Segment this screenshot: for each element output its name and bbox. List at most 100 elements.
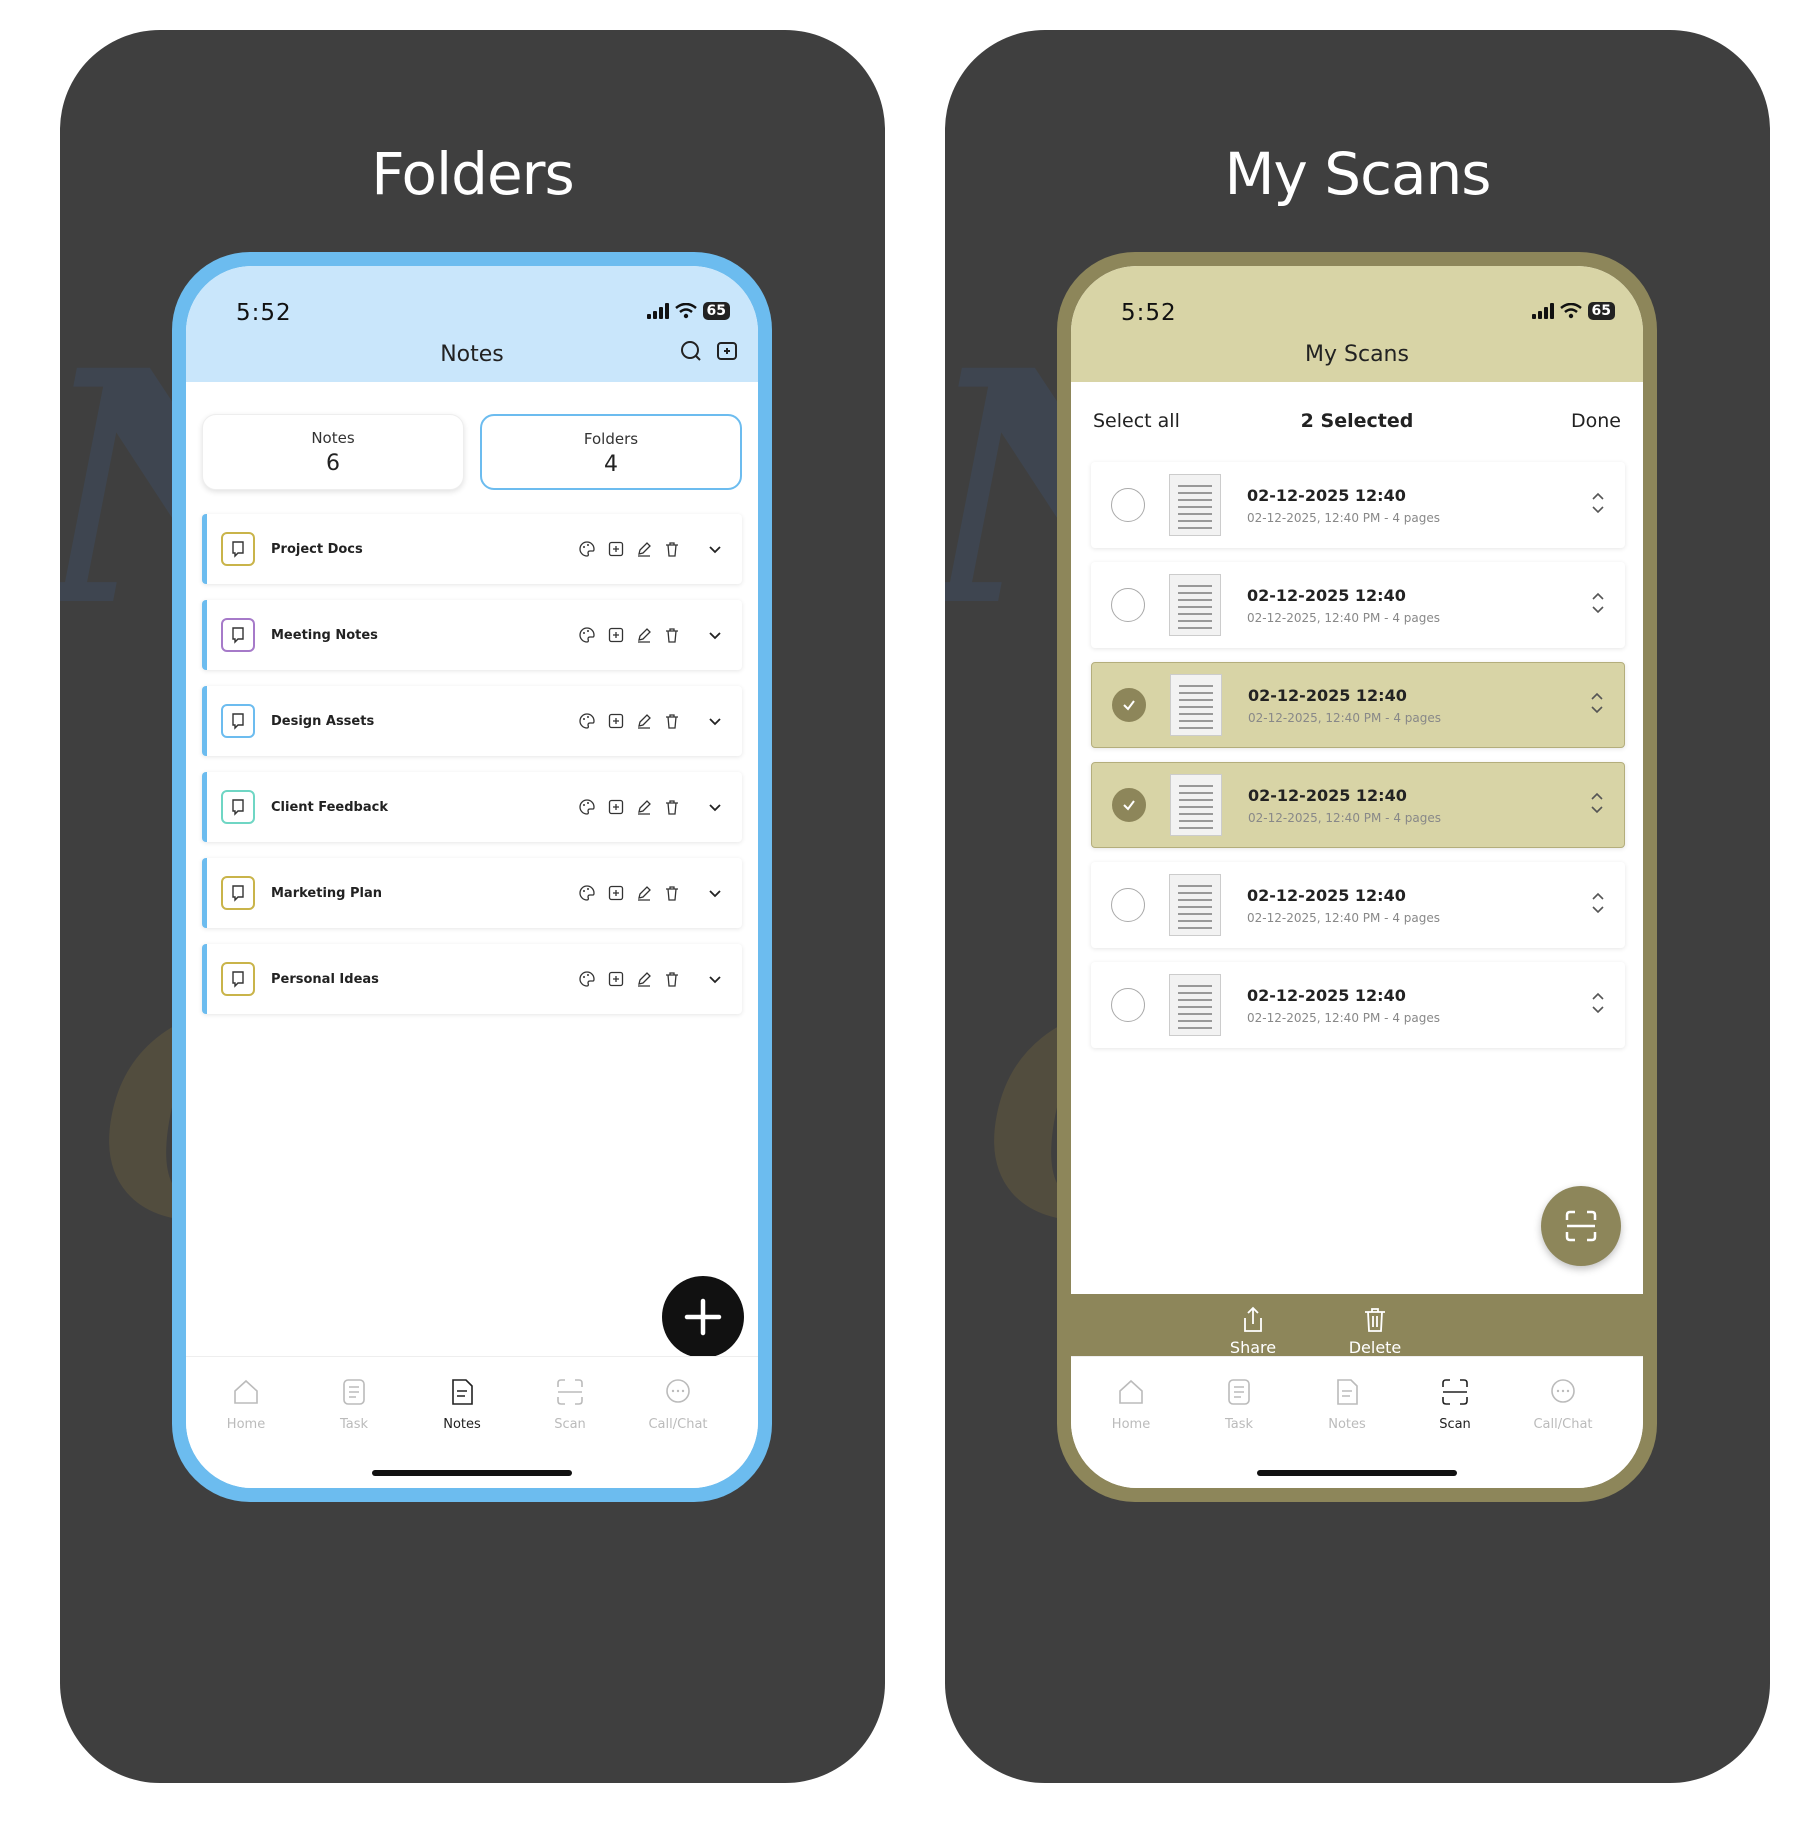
segment-notes-count: 6 [326,451,340,476]
chat-icon [628,1377,728,1411]
scans-panel: N a C My Scans 5:52 65 My Scans Select a… [945,30,1770,1783]
header-actions [680,340,738,362]
folder-row[interactable]: Project Docs [202,514,742,584]
folder-actions [578,970,724,988]
delete-label: Delete [1348,1338,1402,1357]
scan-button[interactable] [1541,1186,1621,1266]
scan-row[interactable]: 02-12-2025 12:40 02-12-2025, 12:40 PM - 4… [1091,962,1625,1048]
trash-icon[interactable] [664,971,680,987]
folder-icon [221,790,255,824]
search-icon[interactable] [680,340,702,362]
tab-notes[interactable]: Notes [1297,1377,1397,1432]
chevron-down-icon[interactable] [706,626,724,644]
trash-icon[interactable] [664,713,680,729]
edit-icon[interactable] [636,885,652,901]
checked-radio[interactable] [1112,688,1146,722]
chevron-down-icon[interactable] [706,970,724,988]
chevron-down-icon[interactable] [706,884,724,902]
reorder-icon[interactable] [1589,890,1607,920]
add-note-icon[interactable] [608,885,624,901]
delete-button[interactable]: Delete [1325,1306,1425,1357]
home-indicator [1257,1470,1457,1476]
scan-row[interactable]: 02-12-2025 12:40 02-12-2025, 12:40 PM - 4… [1091,462,1625,548]
folder-icon [221,618,255,652]
share-icon [1244,1306,1262,1332]
edit-icon[interactable] [636,713,652,729]
reorder-icon[interactable] [1588,690,1606,720]
scan-row[interactable]: 02-12-2025 12:40 02-12-2025, 12:40 PM - 4… [1091,562,1625,648]
palette-icon[interactable] [578,970,596,988]
scan-icon [1565,1210,1597,1242]
new-folder-icon[interactable] [716,340,738,362]
palette-icon[interactable] [578,540,596,558]
palette-icon[interactable] [578,712,596,730]
edit-icon[interactable] [636,627,652,643]
selection-bar: Select all 2 Selected Done [1071,382,1643,450]
radio-button[interactable] [1111,888,1145,922]
trash-icon[interactable] [664,541,680,557]
select-all-button[interactable]: Select all [1093,410,1180,432]
tab-callchat[interactable]: Call/Chat [628,1377,728,1432]
folder-row[interactable]: Design Assets [202,686,742,756]
scan-title: 02-12-2025 12:40 [1247,585,1406,605]
palette-icon[interactable] [578,884,596,902]
palette-icon[interactable] [578,798,596,816]
document-thumbnail [1169,974,1221,1036]
edit-icon[interactable] [636,971,652,987]
trash-icon[interactable] [664,885,680,901]
scan-row[interactable]: 02-12-2025 12:40 02-12-2025, 12:40 PM - 4… [1091,862,1625,948]
tab-label: Scan [554,1417,586,1432]
add-note-icon[interactable] [608,627,624,643]
folder-row[interactable]: Client Feedback [202,772,742,842]
scan-title: 02-12-2025 12:40 [1248,785,1407,805]
tab-task[interactable]: Task [1189,1377,1289,1432]
folder-actions [578,626,724,644]
segment-notes[interactable]: Notes 6 [202,414,464,490]
done-button[interactable]: Done [1571,410,1621,432]
tab-task[interactable]: Task [304,1377,404,1432]
signal-icon [646,303,669,319]
chevron-down-icon[interactable] [706,540,724,558]
reorder-icon[interactable] [1589,590,1607,620]
scan-row[interactable]: 02-12-2025 12:40 02-12-2025, 12:40 PM - 4… [1091,762,1625,848]
radio-button[interactable] [1111,988,1145,1022]
add-note-icon[interactable] [608,713,624,729]
folder-name: Marketing Plan [271,885,383,901]
tab-home[interactable]: Home [196,1377,296,1432]
edit-icon[interactable] [636,799,652,815]
folder-row[interactable]: Personal Ideas [202,944,742,1014]
tab-notes[interactable]: Notes [412,1377,512,1432]
folder-row[interactable]: Marketing Plan [202,858,742,928]
radio-button[interactable] [1111,488,1145,522]
add-button[interactable] [662,1276,744,1358]
edit-icon[interactable] [636,541,652,557]
radio-button[interactable] [1111,588,1145,622]
segment-folders[interactable]: Folders 4 [480,414,742,490]
add-note-icon[interactable] [608,971,624,987]
share-button[interactable]: Share [1203,1306,1303,1357]
reorder-icon[interactable] [1589,990,1607,1020]
status-icons: 65 [1531,302,1615,320]
wifi-icon [1559,303,1582,319]
reorder-icon[interactable] [1588,790,1606,820]
add-note-icon[interactable] [608,799,624,815]
notes-icon [412,1377,512,1411]
checked-radio[interactable] [1112,788,1146,822]
scan-row[interactable]: 02-12-2025 12:40 02-12-2025, 12:40 PM - 4… [1091,662,1625,748]
folder-row[interactable]: Meeting Notes [202,600,742,670]
notes-icon [1297,1377,1397,1411]
add-note-icon[interactable] [608,541,624,557]
tab-scan[interactable]: Scan [1405,1377,1505,1432]
trash-icon[interactable] [664,799,680,815]
trash-icon[interactable] [664,627,680,643]
chevron-down-icon[interactable] [706,712,724,730]
reorder-icon[interactable] [1589,490,1607,520]
tab-callchat[interactable]: Call/Chat [1513,1377,1613,1432]
palette-icon[interactable] [578,626,596,644]
tab-scan[interactable]: Scan [520,1377,620,1432]
tab-home[interactable]: Home [1081,1377,1181,1432]
chevron-down-icon[interactable] [706,798,724,816]
folder-icon [221,532,255,566]
trash-icon [1365,1308,1385,1332]
folders-panel: N a C Folders 5:52 65 Notes Notes 6 [60,30,885,1783]
